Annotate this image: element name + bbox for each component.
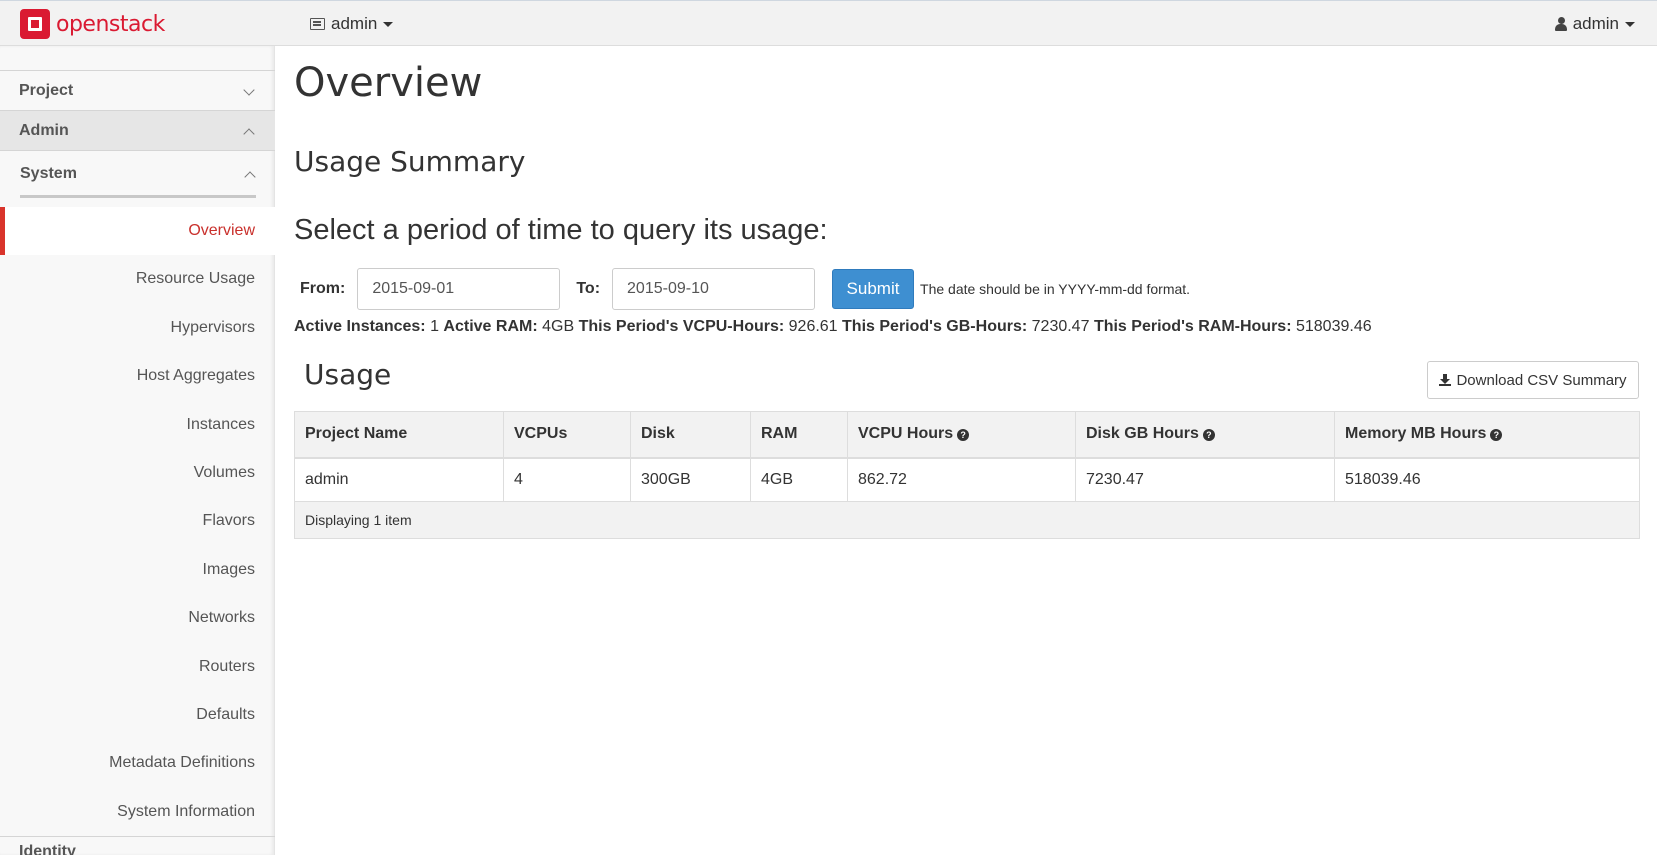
- chevron-up-icon: [244, 171, 256, 183]
- sidebar-group-project[interactable]: Project: [0, 70, 275, 110]
- active-instances-label: Active Instances:: [294, 318, 426, 335]
- table-row: admin 4 300GB 4GB 862.72 7230.47 518039.…: [294, 457, 1640, 502]
- gb-hours-value: 7230.47: [1031, 318, 1090, 335]
- sidebar-system-items: Overview Resource Usage Hypervisors Host…: [0, 207, 275, 836]
- sidebar: Project Admin System Overview Resource U…: [0, 46, 275, 855]
- sidebar-item-images[interactable]: Images: [0, 546, 275, 594]
- query-heading: Select a period of time to query its usa…: [294, 214, 828, 246]
- chevron-up-icon: [243, 128, 255, 140]
- usage-table-title: Usage: [304, 358, 392, 391]
- help-icon[interactable]: ?: [957, 429, 970, 442]
- date-format-hint: The date should be in YYYY-mm-dd format.: [920, 281, 1191, 297]
- page-title: Overview: [294, 60, 483, 106]
- usage-table: Project Name VCPUs Disk RAM VCPU Hours? …: [294, 411, 1640, 539]
- cell-project-name: admin: [294, 457, 504, 502]
- download-csv-button[interactable]: Download CSV Summary: [1427, 361, 1639, 399]
- sidebar-item-resource-usage[interactable]: Resource Usage: [0, 255, 275, 303]
- column-header-ram[interactable]: RAM: [750, 411, 848, 459]
- help-icon[interactable]: ?: [1490, 429, 1503, 442]
- to-date-input[interactable]: [612, 268, 816, 310]
- sidebar-item-hypervisors[interactable]: Hypervisors: [0, 304, 275, 352]
- top-navbar: openstack admin admin: [0, 0, 1657, 46]
- cell-disk-gb-hours: 7230.47: [1075, 457, 1335, 502]
- project-switcher[interactable]: admin: [310, 14, 394, 34]
- column-header-disk[interactable]: Disk: [630, 411, 751, 459]
- cell-vcpu-hours: 862.72: [847, 457, 1076, 502]
- vcpu-hours-label: This Period's VCPU-Hours:: [578, 318, 785, 335]
- download-icon: [1439, 374, 1452, 386]
- sidebar-group-admin[interactable]: Admin: [0, 110, 275, 150]
- sidebar-group-label: Admin: [19, 121, 69, 139]
- sidebar-item-flavors[interactable]: Flavors: [0, 497, 275, 545]
- user-menu-label: admin: [1572, 14, 1619, 33]
- cell-disk: 300GB: [630, 457, 751, 502]
- cell-vcpus: 4: [503, 457, 631, 502]
- sidebar-item-defaults[interactable]: Defaults: [0, 691, 275, 739]
- usage-stats: Active Instances: 1 Active RAM: 4GB This…: [294, 318, 1372, 336]
- from-date-input[interactable]: [357, 268, 561, 310]
- to-label: To:: [576, 280, 601, 297]
- help-icon[interactable]: ?: [1202, 429, 1215, 442]
- sidebar-group-identity[interactable]: Identity: [0, 836, 275, 855]
- brand-logo[interactable]: openstack: [20, 9, 165, 39]
- column-header-memory-mb-hours[interactable]: Memory MB Hours?: [1334, 411, 1640, 459]
- sidebar-item-host-aggregates[interactable]: Host Aggregates: [0, 352, 275, 400]
- from-label: From:: [300, 280, 346, 297]
- column-header-disk-gb-hours[interactable]: Disk GB Hours?: [1075, 411, 1335, 459]
- user-menu[interactable]: admin: [1554, 14, 1635, 34]
- active-instances-value: 1: [430, 318, 439, 335]
- sidebar-group-system[interactable]: System: [20, 152, 256, 198]
- caret-down-icon: [1625, 21, 1635, 27]
- usage-summary-heading: Usage Summary: [294, 145, 526, 178]
- sidebar-item-system-information[interactable]: System Information: [0, 788, 275, 836]
- project-switcher-label: admin: [331, 14, 378, 33]
- active-ram-label: Active RAM:: [443, 318, 538, 335]
- table-footer-count: Displaying 1 item: [294, 501, 1640, 539]
- column-header-vcpu-hours[interactable]: VCPU Hours?: [847, 411, 1076, 459]
- caret-down-icon: [383, 21, 394, 27]
- table-header-row: Project Name VCPUs Disk RAM VCPU Hours? …: [294, 411, 1640, 459]
- sidebar-group-label: System: [20, 165, 77, 182]
- brand-name: openstack: [56, 11, 165, 37]
- sidebar-item-metadata-definitions[interactable]: Metadata Definitions: [0, 739, 275, 787]
- cell-ram: 4GB: [750, 457, 848, 502]
- sidebar-item-networks[interactable]: Networks: [0, 594, 275, 642]
- sidebar-item-instances[interactable]: Instances: [0, 401, 275, 449]
- sidebar-item-overview[interactable]: Overview: [0, 207, 275, 256]
- ram-hours-label: This Period's RAM-Hours:: [1093, 318, 1292, 335]
- column-header-vcpus[interactable]: VCPUs: [503, 411, 631, 459]
- sidebar-item-volumes[interactable]: Volumes: [0, 449, 275, 497]
- gb-hours-label: This Period's GB-Hours:: [842, 318, 1028, 335]
- download-csv-label: Download CSV Summary: [1456, 371, 1627, 389]
- project-list-icon: [310, 18, 325, 30]
- column-header-project-name[interactable]: Project Name: [294, 411, 504, 459]
- sidebar-item-routers[interactable]: Routers: [0, 643, 275, 691]
- openstack-logo-icon: [20, 9, 50, 39]
- date-range-form: From: To: Submit The date should be in Y…: [300, 268, 1190, 310]
- chevron-down-icon: [243, 84, 255, 96]
- ram-hours-value: 518039.46: [1295, 318, 1372, 335]
- active-ram-value: 4GB: [542, 318, 575, 335]
- cell-memory-mb-hours: 518039.46: [1334, 457, 1640, 502]
- sidebar-group-label: Project: [19, 81, 74, 99]
- user-icon: [1554, 17, 1567, 31]
- vcpu-hours-value: 926.61: [788, 318, 838, 335]
- submit-button[interactable]: Submit: [832, 269, 915, 309]
- table-footer-row: Displaying 1 item: [294, 501, 1640, 539]
